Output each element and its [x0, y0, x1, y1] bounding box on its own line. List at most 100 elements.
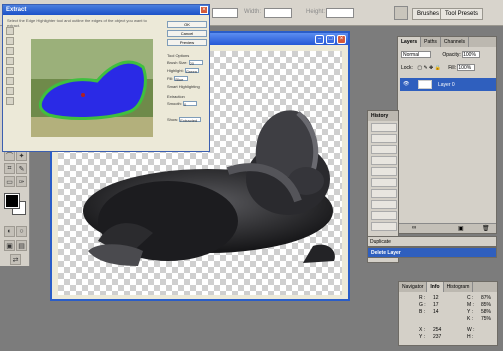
eraser-icon[interactable]	[6, 47, 14, 55]
height-field[interactable]	[326, 8, 354, 18]
link-icon[interactable]: ∞	[412, 225, 416, 231]
quick-mask-icon[interactable]: ◐	[4, 226, 15, 237]
minimize-button[interactable]: –	[315, 35, 324, 44]
info-y-value: 58%	[481, 309, 492, 315]
info-r-value: 12	[433, 295, 439, 301]
fill-select[interactable]: Blue	[174, 76, 189, 82]
extract-preview[interactable]	[31, 39, 153, 137]
trash-icon[interactable]: 🗑	[482, 225, 490, 232]
fill-label: Fill:	[448, 64, 457, 71]
tool-options-heading: Tool Options	[167, 53, 190, 58]
maximize-button[interactable]: □	[326, 35, 335, 44]
zoom-icon[interactable]	[6, 87, 14, 95]
fill-input[interactable]: 100%	[457, 64, 476, 71]
close-button[interactable]: ×	[337, 35, 346, 44]
eyedropper-icon[interactable]: ✑	[16, 176, 27, 187]
tab-paths[interactable]: Paths	[421, 37, 441, 47]
width-label: Width:	[244, 9, 262, 15]
palette-well-icon[interactable]	[394, 6, 408, 20]
new-layer-icon[interactable]: ▣	[458, 225, 464, 232]
imageready-icon[interactable]: ⇄	[10, 254, 21, 265]
foreground-color-swatch[interactable]	[4, 193, 20, 209]
info-r-label: R :	[419, 295, 426, 301]
highlight-label: Highlight:	[167, 68, 184, 73]
info-m-label: M :	[467, 302, 474, 308]
tab-layers[interactable]: Layers	[398, 37, 422, 47]
info-w-label: W :	[467, 327, 475, 333]
history-state[interactable]	[371, 167, 397, 176]
close-icon[interactable]: ×	[200, 6, 208, 14]
info-tabs: Navigator Info Histogram	[399, 282, 497, 292]
blend-mode-select[interactable]: Normal	[401, 51, 431, 58]
layers-bottom-bar: ∞ ▣ 🗑	[398, 223, 496, 233]
fill-label: Fill:	[167, 76, 174, 81]
smooth-input[interactable]: 0	[183, 101, 198, 107]
layers-tabs: Layers Paths Channels	[398, 37, 496, 47]
extract-dialog-title: Extract	[3, 5, 209, 15]
info-yy-value: 237	[433, 334, 442, 340]
eyedropper-icon[interactable]	[6, 57, 14, 65]
eye-icon[interactable]: 👁	[403, 81, 409, 87]
smooth-row: Smooth: 0	[167, 101, 198, 107]
history-state[interactable]	[371, 145, 397, 154]
history-state[interactable]	[371, 156, 397, 165]
show-select[interactable]: Extracted	[179, 117, 202, 123]
history-state[interactable]	[371, 211, 397, 220]
tab-info[interactable]: Info	[427, 282, 444, 292]
edge-touchup-icon[interactable]	[6, 77, 14, 85]
extract-dialog: Extract × Select the Edge Highlighter to…	[2, 4, 210, 152]
smart-highlighting-checkbox[interactable]: Smart Highlighting	[167, 84, 200, 89]
layer-name: Layer 0	[438, 82, 455, 88]
history-item-duplicate[interactable]: Duplicate	[367, 236, 497, 247]
history-state[interactable]	[371, 134, 397, 143]
brush-size-input[interactable]: 20	[188, 60, 203, 66]
info-g-value: 17	[433, 302, 439, 308]
history-title: History	[368, 111, 398, 121]
cleanup-tool-icon[interactable]	[6, 67, 14, 75]
tab-histogram[interactable]: Histogram	[444, 282, 474, 292]
crop-icon[interactable]: ⌗	[4, 163, 15, 174]
extract-instructions: Select the Edge Highlighter tool and out…	[7, 18, 147, 28]
edge-highlighter-icon[interactable]	[6, 27, 14, 35]
info-h-label: H :	[467, 334, 474, 340]
tab-tool-presets[interactable]: Tool Presets	[440, 8, 484, 20]
history-item-delete-layer[interactable]: Delete Layer	[367, 247, 497, 258]
fill-tool-icon[interactable]	[6, 37, 14, 45]
history-state[interactable]	[371, 123, 397, 132]
fill-row: Fill: Blue	[167, 76, 189, 82]
preview-button[interactable]: Preview	[167, 39, 207, 46]
brush-size-row: Brush Size: 20	[167, 60, 203, 66]
fullscreen-mode-icon[interactable]: ▤	[16, 240, 27, 251]
history-state[interactable]	[371, 189, 397, 198]
cancel-button[interactable]: Cancel	[167, 30, 207, 37]
brush-size-label: Brush Size:	[167, 60, 188, 65]
info-yy-label: Y :	[419, 334, 426, 340]
hand-icon[interactable]	[6, 97, 14, 105]
dialog-buttons: OK Cancel Preview	[167, 21, 207, 48]
ok-button[interactable]: OK	[167, 21, 207, 28]
extraction-heading: Extraction	[167, 94, 185, 99]
screen-mode-icon[interactable]: ▣	[4, 240, 15, 251]
smooth-label: Smooth:	[167, 101, 182, 106]
eraser-icon[interactable]: ▭	[4, 176, 15, 187]
opacity-input[interactable]: 100%	[462, 51, 481, 58]
tab-navigator[interactable]: Navigator	[399, 282, 428, 292]
standard-mode-icon[interactable]: ○	[16, 226, 27, 237]
highlighted-gorilla-preview	[31, 39, 153, 137]
brush-icon[interactable]: ✎	[16, 163, 27, 174]
height-label: Height:	[306, 9, 326, 15]
width-field[interactable]	[264, 8, 292, 18]
highlight-row: Highlight: Green	[167, 68, 199, 74]
layer-thumbnail	[418, 80, 432, 89]
layer-row[interactable]: 👁 Layer 0	[400, 78, 496, 91]
tab-channels[interactable]: Channels	[441, 37, 470, 47]
highlight-select[interactable]: Green	[184, 68, 199, 74]
history-state[interactable]	[371, 178, 397, 187]
info-k-value: 75%	[481, 316, 492, 322]
lock-label: Lock:	[401, 64, 413, 71]
history-state[interactable]	[371, 222, 397, 231]
history-state[interactable]	[371, 200, 397, 209]
lock-icons[interactable]: ▢ ✎ ✥ 🔒	[417, 65, 441, 71]
style-combo[interactable]	[212, 8, 238, 18]
lock-row: Lock: ▢ ✎ ✥ 🔒 Fill: 100%	[401, 64, 476, 71]
